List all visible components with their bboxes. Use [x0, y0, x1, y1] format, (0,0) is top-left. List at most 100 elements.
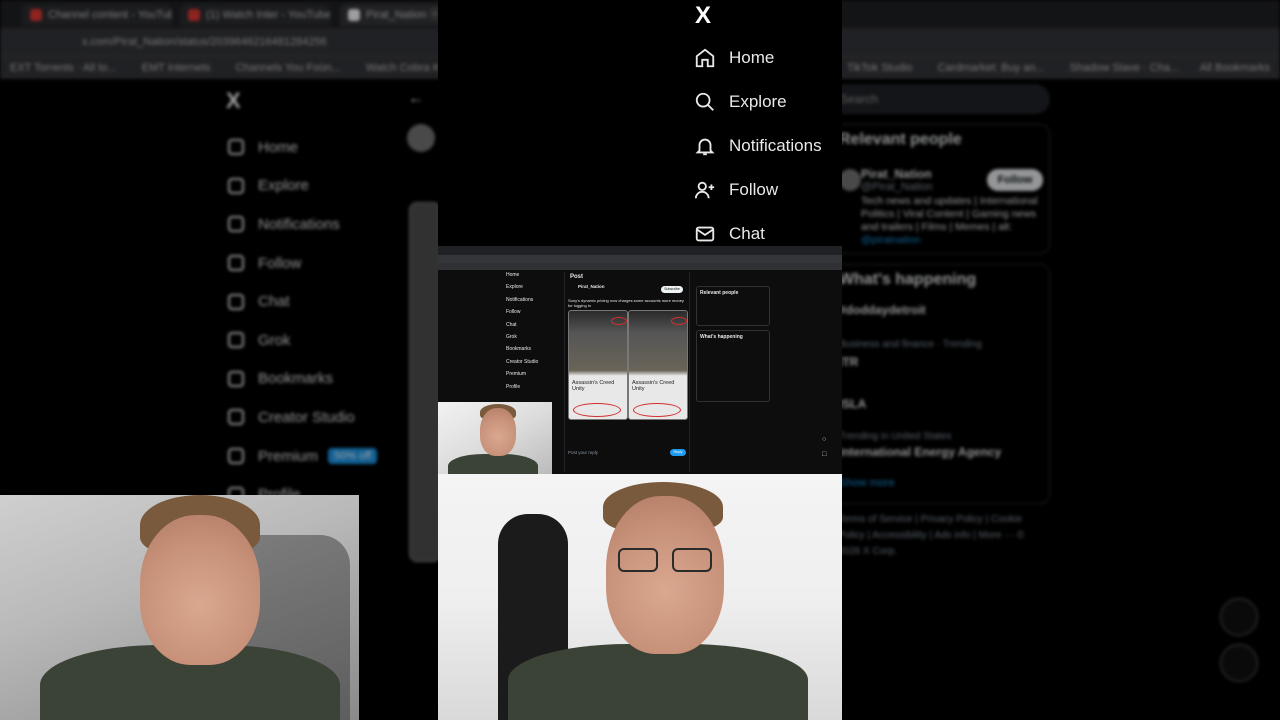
- post-image-right[interactable]: Assassin's Creed Unity: [628, 310, 688, 420]
- back-arrow-icon[interactable]: ←: [408, 90, 424, 108]
- mail-icon: [228, 293, 244, 310]
- mini-happening-card: What's happening: [696, 330, 770, 402]
- nav-follow[interactable]: Follow: [694, 175, 778, 205]
- mini-nav-item[interactable]: Profile: [506, 384, 538, 396]
- bg-sidebar-nav: Home Explore Notifications Follow Chat G…: [228, 128, 378, 514]
- nav-grok[interactable]: Grok: [228, 321, 377, 360]
- search-input[interactable]: Search: [830, 84, 1050, 114]
- premium-badge: 50% off: [328, 448, 378, 465]
- nav-explore[interactable]: Explore: [694, 87, 787, 117]
- avatar[interactable]: [839, 169, 861, 191]
- mini-relevant-card: Relevant people: [696, 286, 770, 326]
- mail-icon: [695, 226, 715, 242]
- nav-home[interactable]: Home: [228, 128, 377, 167]
- bookmark-item[interactable]: Cardmarket: Buy an...: [938, 57, 1045, 79]
- x-logo[interactable]: X: [695, 2, 711, 30]
- search-icon: [228, 177, 244, 194]
- mini-nav-item[interactable]: Premium: [506, 371, 538, 383]
- nav-notifications-label: Notifications: [729, 136, 822, 155]
- nav-premium[interactable]: Premium 50% off: [228, 437, 378, 476]
- bookmark-item[interactable]: TikTok Studio: [847, 57, 913, 79]
- browser-tab[interactable]: Channel content - YouTube St...: [22, 4, 172, 26]
- webcam-background: [0, 495, 359, 720]
- nav-notifications[interactable]: Notifications: [228, 205, 377, 244]
- game-title: Assassin's Creed Unity: [632, 380, 675, 392]
- person-name[interactable]: Pirat_Nation: [861, 167, 932, 181]
- bookmark-item[interactable]: EMT Internets: [142, 57, 211, 79]
- nav-explore[interactable]: Explore: [228, 167, 377, 206]
- nav-bookmarks[interactable]: Bookmarks: [228, 360, 377, 399]
- bell-icon: [228, 216, 244, 233]
- x-icon: [348, 9, 360, 21]
- subscribe-button[interactable]: Subscribe: [661, 286, 683, 293]
- mini-nav-item[interactable]: Grok: [506, 334, 538, 346]
- nav-follow[interactable]: Follow: [228, 244, 377, 283]
- mini-sidebar-nav: Home Explore Notifications Follow Chat G…: [506, 272, 538, 396]
- home-icon: [228, 139, 244, 156]
- reply-box[interactable]: Post your reply Reply: [568, 449, 686, 456]
- messages-fab[interactable]: [1220, 644, 1258, 682]
- nav-chat[interactable]: Chat: [694, 219, 765, 249]
- relevant-people-card: Relevant people Pirat_Nation @Pirat_Nati…: [830, 124, 1050, 254]
- webcam-main: [438, 474, 842, 720]
- browser-tab[interactable]: (1) Watch Inter - YouTube: [180, 4, 330, 26]
- bookmark-item[interactable]: Channels You Foün...: [236, 57, 341, 79]
- grok-icon: [228, 332, 244, 349]
- post-text: Sony's dynamic pricing now charges some …: [568, 298, 684, 308]
- follow-icon: [694, 181, 715, 199]
- bookmark-item[interactable]: Shadow Slave · Cha...: [1070, 57, 1179, 79]
- zoomed-nav-panel: [438, 0, 842, 256]
- nav-chat-label: Chat: [729, 224, 765, 243]
- home-icon: [695, 48, 715, 68]
- grok-icon[interactable]: ○: [822, 436, 826, 443]
- follow-icon: [228, 255, 244, 272]
- mini-address-bar: [438, 255, 842, 263]
- nav-follow-label: Follow: [729, 180, 779, 199]
- show-more-link[interactable]: Show more: [839, 477, 895, 489]
- creator-icon: [228, 409, 244, 426]
- mini-bookmarks-bar: [438, 263, 842, 270]
- nav-chat[interactable]: Chat: [228, 282, 377, 321]
- mini-nav-item[interactable]: Explore: [506, 284, 538, 296]
- bell-icon: [695, 138, 715, 156]
- nav-notifications[interactable]: Notifications: [694, 131, 822, 161]
- bg-post-image[interactable]: [409, 202, 441, 562]
- grok-fab[interactable]: [1220, 598, 1258, 636]
- post-author[interactable]: Pirat_Nation: [578, 284, 605, 289]
- trend-context: Business and finance · Trending: [839, 339, 982, 350]
- bookmark-icon: [228, 370, 244, 387]
- mini-tab-strip: [438, 246, 842, 255]
- x-logo[interactable]: X: [226, 88, 241, 114]
- mini-nav-item[interactable]: Chat: [506, 322, 538, 334]
- search-icon: [695, 92, 714, 111]
- trend-topic[interactable]: #doddaydetroit: [839, 303, 926, 317]
- nav-creator-studio[interactable]: Creator Studio: [228, 398, 377, 437]
- person-bio: Tech news and updates | International Po…: [861, 195, 1038, 246]
- post-image-left[interactable]: Assassin's Creed Unity: [568, 310, 628, 420]
- game-title: Assassin's Creed Unity: [572, 380, 615, 392]
- mini-nav-item[interactable]: Bookmarks: [506, 346, 538, 358]
- x-premium-icon: [228, 448, 244, 465]
- mail-icon[interactable]: □: [822, 451, 826, 458]
- whats-happening-title: What's happening: [839, 271, 977, 288]
- nav-explore-label: Explore: [729, 92, 787, 111]
- bookmark-item[interactable]: EXT Torrents · All to...: [10, 57, 117, 79]
- follow-button[interactable]: Follow: [987, 169, 1043, 191]
- relevant-people-title: Relevant people: [839, 131, 962, 148]
- mini-nav-item[interactable]: Creator Studio: [506, 359, 538, 371]
- trend-context: Trending in United States: [839, 431, 952, 442]
- mini-nav-item[interactable]: Follow: [506, 309, 538, 321]
- youtube-icon: [188, 9, 200, 21]
- trend-topic[interactable]: ISLA: [839, 397, 866, 411]
- reply-button[interactable]: Reply: [670, 449, 686, 456]
- mini-nav-item[interactable]: Notifications: [506, 297, 538, 309]
- bio-link[interactable]: @piratnation: [861, 234, 921, 246]
- nav-home-label: Home: [729, 48, 775, 67]
- whats-happening-card: What's happening #doddaydetroit Business…: [830, 264, 1050, 504]
- all-bookmarks[interactable]: All Bookmarks: [1200, 57, 1270, 79]
- trend-topic[interactable]: International Energy Agency: [839, 445, 1001, 459]
- mini-nav-item[interactable]: Home: [506, 272, 538, 284]
- avatar[interactable]: [407, 124, 435, 152]
- nav-home[interactable]: Home: [694, 43, 774, 73]
- footer-links[interactable]: Terms of Service | Privacy Policy | Cook…: [838, 512, 1048, 560]
